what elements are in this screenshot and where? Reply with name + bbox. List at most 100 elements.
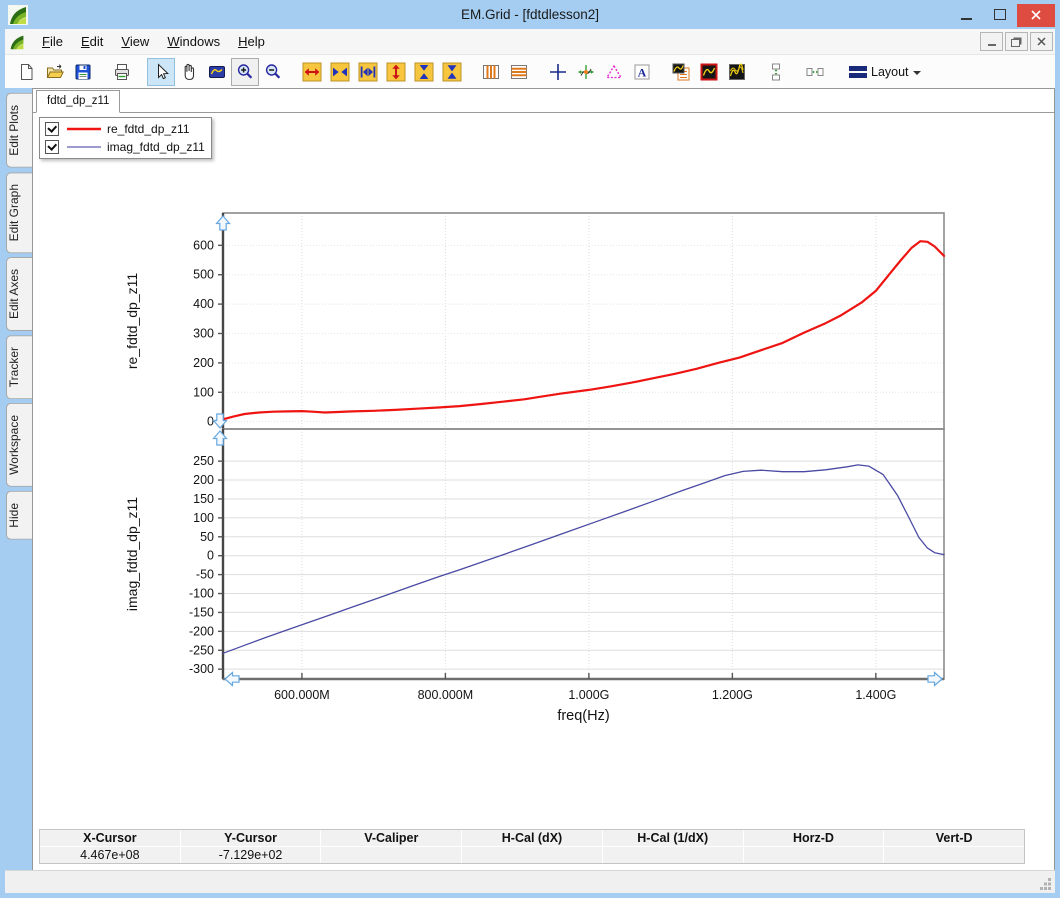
svg-text:150: 150 xyxy=(193,492,214,506)
resize-grip[interactable] xyxy=(1038,876,1053,891)
legend-label-imag: imag_fdtd_dp_z11 xyxy=(107,140,205,154)
status-value-v-caliper xyxy=(321,847,462,863)
svg-text:300: 300 xyxy=(193,326,214,340)
title-bar: EM.Grid - [fdtdlesson2] xyxy=(0,0,1060,29)
status-value-row: 4.467e+08 -7.129e+02 xyxy=(40,846,1024,863)
menu-help[interactable]: Help xyxy=(229,31,274,52)
status-value-y-cursor: -7.129e+02 xyxy=(180,847,321,863)
svg-text:600.000M: 600.000M xyxy=(274,688,330,702)
svg-text:-200: -200 xyxy=(189,624,214,638)
zoom-in-icon xyxy=(237,63,253,79)
multi-plot-button[interactable] xyxy=(723,58,751,86)
svg-text:1.000G: 1.000G xyxy=(568,688,609,702)
cursor-status-bar: X-Cursor Y-Cursor V-Caliper H-Cal (dX) H… xyxy=(39,829,1025,864)
status-header: H-Cal (dX) xyxy=(462,830,602,846)
fit-y-compress-button[interactable] xyxy=(438,58,466,86)
horizontal-stripes-button[interactable] xyxy=(505,58,533,86)
compress-y-button[interactable] xyxy=(410,58,438,86)
svg-text:400: 400 xyxy=(193,297,214,311)
svg-text:-300: -300 xyxy=(189,662,214,676)
select-tool-button[interactable] xyxy=(147,57,175,86)
expand-x-button[interactable] xyxy=(298,58,326,86)
legend-row: imag_fdtd_dp_z11 xyxy=(43,138,205,156)
app-window: EM.Grid - [fdtdlesson2] File Edit View W… xyxy=(0,0,1060,898)
axes-marker-button[interactable] xyxy=(572,58,600,86)
status-header: Vert-D xyxy=(884,830,1024,846)
svg-text:200: 200 xyxy=(193,356,214,370)
pan-tool-button[interactable] xyxy=(175,58,203,86)
menu-file[interactable]: File xyxy=(33,31,72,52)
legend-checkbox-imag[interactable] xyxy=(45,140,59,154)
legend-checkbox-re[interactable] xyxy=(45,122,59,136)
sidebar-item-tracker[interactable]: Tracker xyxy=(6,335,32,400)
status-header: Y-Cursor xyxy=(180,830,321,846)
save-button[interactable] xyxy=(69,58,97,86)
legend-line-sample-re xyxy=(67,127,101,131)
text-label-button[interactable]: A xyxy=(628,58,656,86)
status-header: V-Caliper xyxy=(321,830,462,846)
status-value-x-cursor: 4.467e+08 xyxy=(40,847,180,863)
menu-view[interactable]: View xyxy=(112,31,158,52)
status-header: H-Cal (1/dX) xyxy=(602,830,743,846)
zoom-window-button[interactable] xyxy=(203,58,231,86)
fit-x-margins-button[interactable] xyxy=(354,58,382,86)
svg-text:-100: -100 xyxy=(189,587,214,601)
sidebar-item-edit-axes[interactable]: Edit Axes xyxy=(6,257,32,332)
sidebar-item-hide[interactable]: Hide xyxy=(6,491,32,540)
menu-windows[interactable]: Windows xyxy=(158,31,229,52)
hand-icon xyxy=(184,63,195,80)
show-legend-button[interactable] xyxy=(667,58,695,86)
single-plot-button[interactable] xyxy=(695,58,723,86)
mdi-restore-icon xyxy=(1011,38,1020,47)
sidebar-item-workspace[interactable]: Workspace xyxy=(6,403,32,488)
zoom-out-button[interactable] xyxy=(259,58,287,86)
expand-y-button[interactable] xyxy=(382,58,410,86)
layout-dropdown[interactable]: Layout xyxy=(843,62,927,82)
svg-text:200: 200 xyxy=(193,473,214,487)
svg-text:0: 0 xyxy=(207,415,214,429)
plot-canvas[interactable]: 0100200300400500600re_fdtd_dp_z11-300-25… xyxy=(33,89,1054,827)
status-header: Horz-D xyxy=(743,830,884,846)
mdi-restore-button[interactable] xyxy=(1005,32,1028,51)
svg-text:-150: -150 xyxy=(189,605,214,619)
mdi-close-icon xyxy=(1037,37,1046,46)
mdi-minimize-button[interactable] xyxy=(980,32,1003,51)
triangle-marker-button[interactable] xyxy=(600,58,628,86)
sidebar-item-edit-graph[interactable]: Edit Graph xyxy=(6,171,32,254)
horizontal-spacing-button[interactable] xyxy=(801,58,829,86)
cross-icon xyxy=(550,63,566,80)
layout-icon xyxy=(849,65,867,78)
status-header-row: X-Cursor Y-Cursor V-Caliper H-Cal (dX) H… xyxy=(40,830,1024,846)
vertical-stripes-button[interactable] xyxy=(477,58,505,86)
menu-edit[interactable]: Edit xyxy=(72,31,112,52)
svg-text:50: 50 xyxy=(200,530,214,544)
layout-label: Layout xyxy=(871,64,909,79)
svg-text:0: 0 xyxy=(207,549,214,563)
window-title: EM.Grid - [fdtdlesson2] xyxy=(460,7,600,22)
legend-label-re: re_fdtd_dp_z11 xyxy=(107,122,190,136)
open-file-button[interactable] xyxy=(41,58,69,86)
document-logo-icon xyxy=(10,35,24,49)
svg-text:250: 250 xyxy=(193,454,214,468)
plot-legend: re_fdtd_dp_z11 imag_fdtd_dp_z11 xyxy=(39,117,212,159)
svg-text:A: A xyxy=(638,65,647,79)
svg-text:100: 100 xyxy=(193,385,214,399)
compress-x-button[interactable] xyxy=(326,58,354,86)
new-document-button[interactable] xyxy=(13,58,41,86)
status-value-h-cal-1dx xyxy=(602,847,743,863)
status-value-vert-d xyxy=(884,847,1024,863)
cross-cursor-button[interactable] xyxy=(544,58,572,86)
svg-text:-250: -250 xyxy=(189,643,214,657)
mdi-close-button[interactable] xyxy=(1030,32,1053,51)
status-value-horz-d xyxy=(743,847,884,863)
status-header: X-Cursor xyxy=(40,830,180,846)
vertical-spacing-button[interactable] xyxy=(762,58,790,86)
toolbar: A Layout xyxy=(5,55,1055,89)
svg-text:800.000M: 800.000M xyxy=(418,688,474,702)
print-button[interactable] xyxy=(108,58,136,86)
sidebar-item-edit-plots[interactable]: Edit Plots xyxy=(6,93,32,168)
legend-line-sample-imag xyxy=(67,146,101,148)
app-status-strip xyxy=(5,870,1055,893)
zoom-in-button[interactable] xyxy=(231,57,259,86)
menu-bar: File Edit View Windows Help xyxy=(5,29,1055,55)
